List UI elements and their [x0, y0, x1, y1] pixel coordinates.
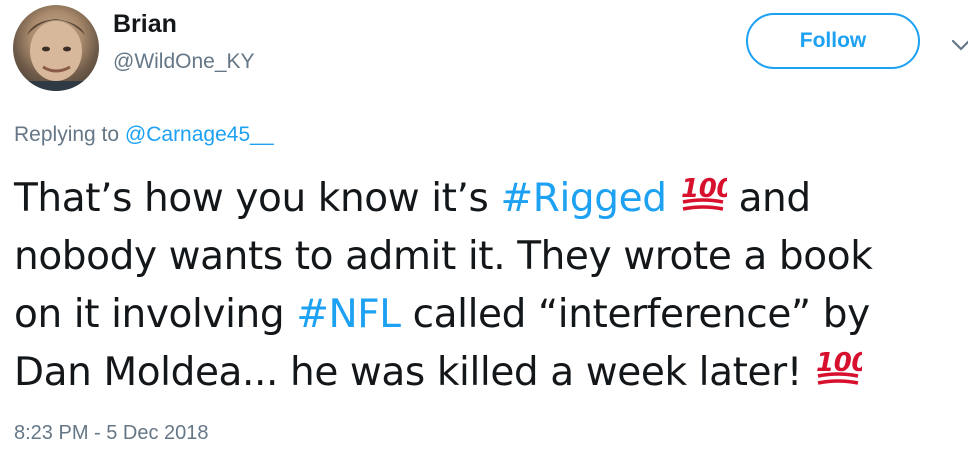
reply-context: Replying to @Carnage45__: [14, 123, 274, 147]
user-handle[interactable]: @WildOne_KY: [113, 50, 255, 74]
hundred-points-emoji-icon: 100: [816, 348, 862, 385]
follow-button[interactable]: Follow: [746, 13, 920, 69]
hundred-points-emoji-icon: 100: [681, 174, 727, 211]
tweet-line-4: Dan Moldea... he was killed a week later…: [14, 344, 964, 402]
tweet-timestamp[interactable]: 8:23 PM - 5 Dec 2018: [14, 422, 209, 445]
display-name[interactable]: Brian: [113, 10, 177, 39]
tweet-text: That’s how you know it’s #Rigged 100 and…: [14, 170, 964, 402]
tweet-text-segment: and: [738, 176, 812, 221]
reply-mention-link[interactable]: @Carnage45__: [125, 123, 274, 146]
tweet-line-2: nobody wants to admit it. They wrote a b…: [14, 234, 873, 279]
hashtag-rigged[interactable]: #Rigged: [500, 176, 666, 221]
chevron-down-icon[interactable]: [950, 34, 968, 56]
tweet-line-1: That’s how you know it’s #Rigged 100 and: [14, 170, 964, 228]
tweet-text-segment: That’s how you know it’s: [14, 176, 489, 221]
reply-prefix: Replying to: [14, 123, 120, 146]
tweet-text-segment: on it involving: [14, 292, 285, 337]
hashtag-nfl[interactable]: #NFL: [296, 292, 401, 337]
tweet-text-segment: called “interference” by: [412, 292, 871, 337]
tweet-line-3: on it involving #NFL called “interferenc…: [14, 286, 964, 344]
tweet-text-segment: Dan Moldea... he was killed a week later…: [14, 350, 802, 395]
user-photo-avatar: [13, 19, 99, 91]
avatar[interactable]: [13, 5, 99, 91]
follow-button-label: Follow: [799, 29, 867, 52]
